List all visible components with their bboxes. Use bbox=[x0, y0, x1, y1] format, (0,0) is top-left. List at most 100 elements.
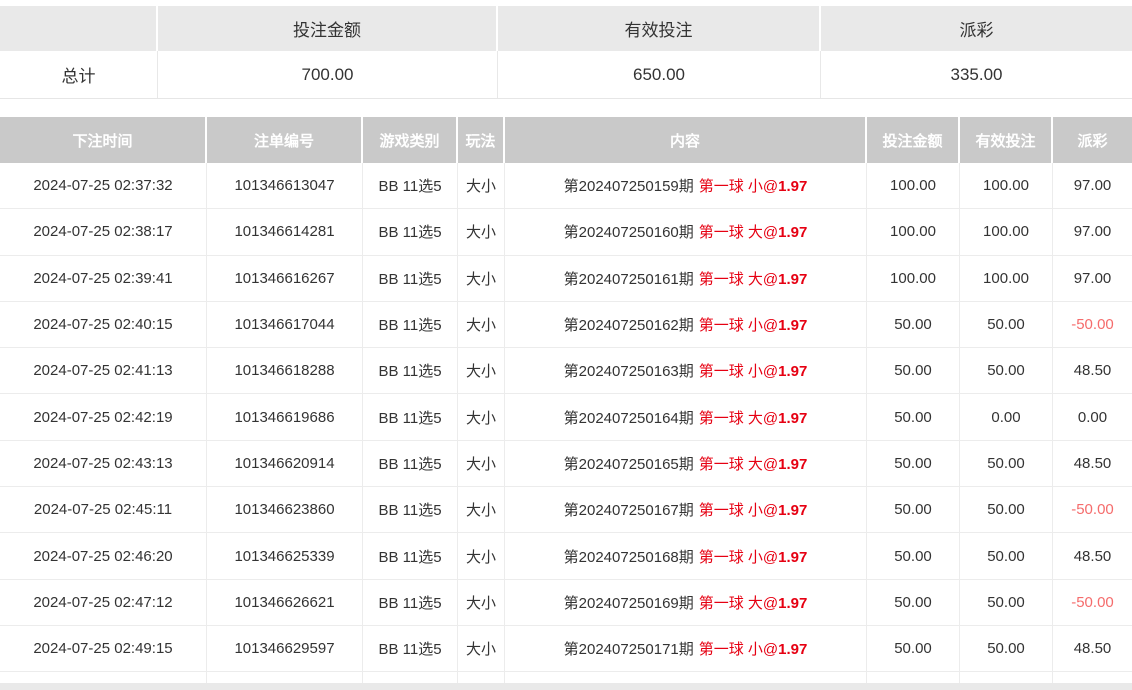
table-row: 2024-07-25 02:46:20 101346625339 BB 11选5… bbox=[0, 533, 1132, 579]
order-id-cell: 101346616267 bbox=[207, 256, 363, 301]
bet-time-cell: 2024-07-25 02:41:13 bbox=[0, 348, 207, 393]
game-type-cell: BB 11选5 bbox=[363, 209, 458, 254]
bet-content-cell: 第202407250165期 第一球 大@1.97 bbox=[505, 441, 867, 486]
play-type-cell: 大小 bbox=[458, 256, 505, 301]
order-id-cell: 101346625339 bbox=[207, 533, 363, 578]
pick-and-odds: 第一球 大@1.97 bbox=[699, 592, 808, 613]
play-type-cell: 大小 bbox=[458, 626, 505, 671]
payout-cell: 97.00 bbox=[1053, 256, 1132, 301]
bet-amount-cell: 50.00 bbox=[867, 302, 960, 347]
order-id-cell: 101346623860 bbox=[207, 487, 363, 532]
bet-amount-cell: 50.00 bbox=[867, 533, 960, 578]
table-row: 2024-07-25 02:49:15 101346629597 BB 11选5… bbox=[0, 626, 1132, 672]
bet-time-cell: 2024-07-25 02:37:32 bbox=[0, 163, 207, 208]
bet-time-cell: 2024-07-25 02:38:17 bbox=[0, 209, 207, 254]
bet-content-cell: 第202407250168期 第一球 小@1.97 bbox=[505, 533, 867, 578]
valid-bet-cell: 50.00 bbox=[960, 626, 1053, 671]
game-type-cell: BB 11选5 bbox=[363, 441, 458, 486]
col-header-bet-time: 下注时间 bbox=[0, 117, 207, 163]
play-type-cell: 大小 bbox=[458, 580, 505, 625]
summary-header-payout: 派彩 bbox=[821, 6, 1132, 51]
game-type-cell: BB 11选5 bbox=[363, 163, 458, 208]
bet-time-cell: 2024-07-25 02:46:20 bbox=[0, 533, 207, 578]
game-type-cell: BB 11选5 bbox=[363, 580, 458, 625]
valid-bet-cell: 50.00 bbox=[960, 580, 1053, 625]
summary-header-row: 投注金额 有效投注 派彩 bbox=[0, 6, 1132, 51]
order-id-cell: 101346629597 bbox=[207, 626, 363, 671]
summary-bet-total: 700.00 bbox=[158, 51, 498, 98]
summary-header-blank bbox=[0, 6, 158, 51]
bet-time-cell: 2024-07-25 02:43:13 bbox=[0, 441, 207, 486]
bet-time-cell: 2024-07-25 02:40:15 bbox=[0, 302, 207, 347]
period-number: 第202407250167期 bbox=[564, 499, 694, 520]
order-id-cell: 101346619686 bbox=[207, 394, 363, 439]
col-header-payout: 派彩 bbox=[1053, 117, 1132, 163]
bet-records-table: 下注时间 注单编号 游戏类别 玩法 内容 投注金额 有效投注 派彩 2024-0… bbox=[0, 117, 1132, 690]
order-id-cell: 101346614281 bbox=[207, 209, 363, 254]
valid-bet-cell: 100.00 bbox=[960, 163, 1053, 208]
valid-bet-cell: 50.00 bbox=[960, 533, 1053, 578]
table-row: 2024-07-25 02:38:17 101346614281 BB 11选5… bbox=[0, 209, 1132, 255]
period-number: 第202407250169期 bbox=[564, 592, 694, 613]
cut-off-row bbox=[0, 672, 1132, 683]
period-number: 第202407250160期 bbox=[564, 221, 694, 242]
period-number: 第202407250168期 bbox=[564, 546, 694, 567]
bet-amount-cell: 50.00 bbox=[867, 394, 960, 439]
valid-bet-cell: 0.00 bbox=[960, 394, 1053, 439]
table-row: 2024-07-25 02:40:15 101346617044 BB 11选5… bbox=[0, 302, 1132, 348]
play-type-cell: 大小 bbox=[458, 209, 505, 254]
period-number: 第202407250162期 bbox=[564, 314, 694, 335]
table-body: 2024-07-25 02:37:32 101346613047 BB 11选5… bbox=[0, 163, 1132, 672]
summary-table: 投注金额 有效投注 派彩 总计 700.00 650.00 335.00 bbox=[0, 6, 1132, 99]
period-number: 第202407250163期 bbox=[564, 360, 694, 381]
payout-cell: -50.00 bbox=[1053, 487, 1132, 532]
col-header-game-type: 游戏类别 bbox=[363, 117, 458, 163]
payout-cell: 48.50 bbox=[1053, 441, 1132, 486]
pick-and-odds: 第一球 小@1.97 bbox=[699, 499, 808, 520]
period-number: 第202407250165期 bbox=[564, 453, 694, 474]
table-gap bbox=[0, 99, 1132, 117]
bet-amount-cell: 50.00 bbox=[867, 441, 960, 486]
pick-and-odds: 第一球 大@1.97 bbox=[699, 221, 808, 242]
payout-cell: 48.50 bbox=[1053, 626, 1132, 671]
game-type-cell: BB 11选5 bbox=[363, 348, 458, 393]
table-row: 2024-07-25 02:45:11 101346623860 BB 11选5… bbox=[0, 487, 1132, 533]
pick-and-odds: 第一球 大@1.97 bbox=[699, 407, 808, 428]
bet-content-cell: 第202407250171期 第一球 小@1.97 bbox=[505, 626, 867, 671]
payout-cell: 97.00 bbox=[1053, 163, 1132, 208]
bet-content-cell: 第202407250163期 第一球 小@1.97 bbox=[505, 348, 867, 393]
payout-cell: -50.00 bbox=[1053, 580, 1132, 625]
valid-bet-cell: 50.00 bbox=[960, 348, 1053, 393]
bet-amount-cell: 100.00 bbox=[867, 256, 960, 301]
play-type-cell: 大小 bbox=[458, 394, 505, 439]
period-number: 第202407250161期 bbox=[564, 268, 694, 289]
col-header-bet-amount: 投注金额 bbox=[867, 117, 960, 163]
bet-content-cell: 第202407250162期 第一球 小@1.97 bbox=[505, 302, 867, 347]
col-header-content: 内容 bbox=[505, 117, 867, 163]
bet-content-cell: 第202407250160期 第一球 大@1.97 bbox=[505, 209, 867, 254]
valid-bet-cell: 50.00 bbox=[960, 441, 1053, 486]
order-id-cell: 101346613047 bbox=[207, 163, 363, 208]
summary-total-row: 总计 700.00 650.00 335.00 bbox=[0, 51, 1132, 99]
valid-bet-cell: 50.00 bbox=[960, 487, 1053, 532]
bet-amount-cell: 50.00 bbox=[867, 626, 960, 671]
play-type-cell: 大小 bbox=[458, 441, 505, 486]
valid-bet-cell: 50.00 bbox=[960, 302, 1053, 347]
pick-and-odds: 第一球 小@1.97 bbox=[699, 638, 808, 659]
pick-and-odds: 第一球 小@1.97 bbox=[699, 546, 808, 567]
bet-time-cell: 2024-07-25 02:42:19 bbox=[0, 394, 207, 439]
footer-bar-partial bbox=[0, 683, 1132, 690]
period-number: 第202407250171期 bbox=[564, 638, 694, 659]
table-row: 2024-07-25 02:47:12 101346626621 BB 11选5… bbox=[0, 580, 1132, 626]
bet-content-cell: 第202407250159期 第一球 小@1.97 bbox=[505, 163, 867, 208]
col-header-valid-bet: 有效投注 bbox=[960, 117, 1053, 163]
bet-amount-cell: 100.00 bbox=[867, 209, 960, 254]
summary-header-bet-amount: 投注金额 bbox=[158, 6, 498, 51]
game-type-cell: BB 11选5 bbox=[363, 302, 458, 347]
pick-and-odds: 第一球 小@1.97 bbox=[699, 314, 808, 335]
payout-cell: -50.00 bbox=[1053, 302, 1132, 347]
game-type-cell: BB 11选5 bbox=[363, 256, 458, 301]
summary-payout-total: 335.00 bbox=[821, 51, 1132, 98]
payout-cell: 48.50 bbox=[1053, 348, 1132, 393]
bet-content-cell: 第202407250169期 第一球 大@1.97 bbox=[505, 580, 867, 625]
